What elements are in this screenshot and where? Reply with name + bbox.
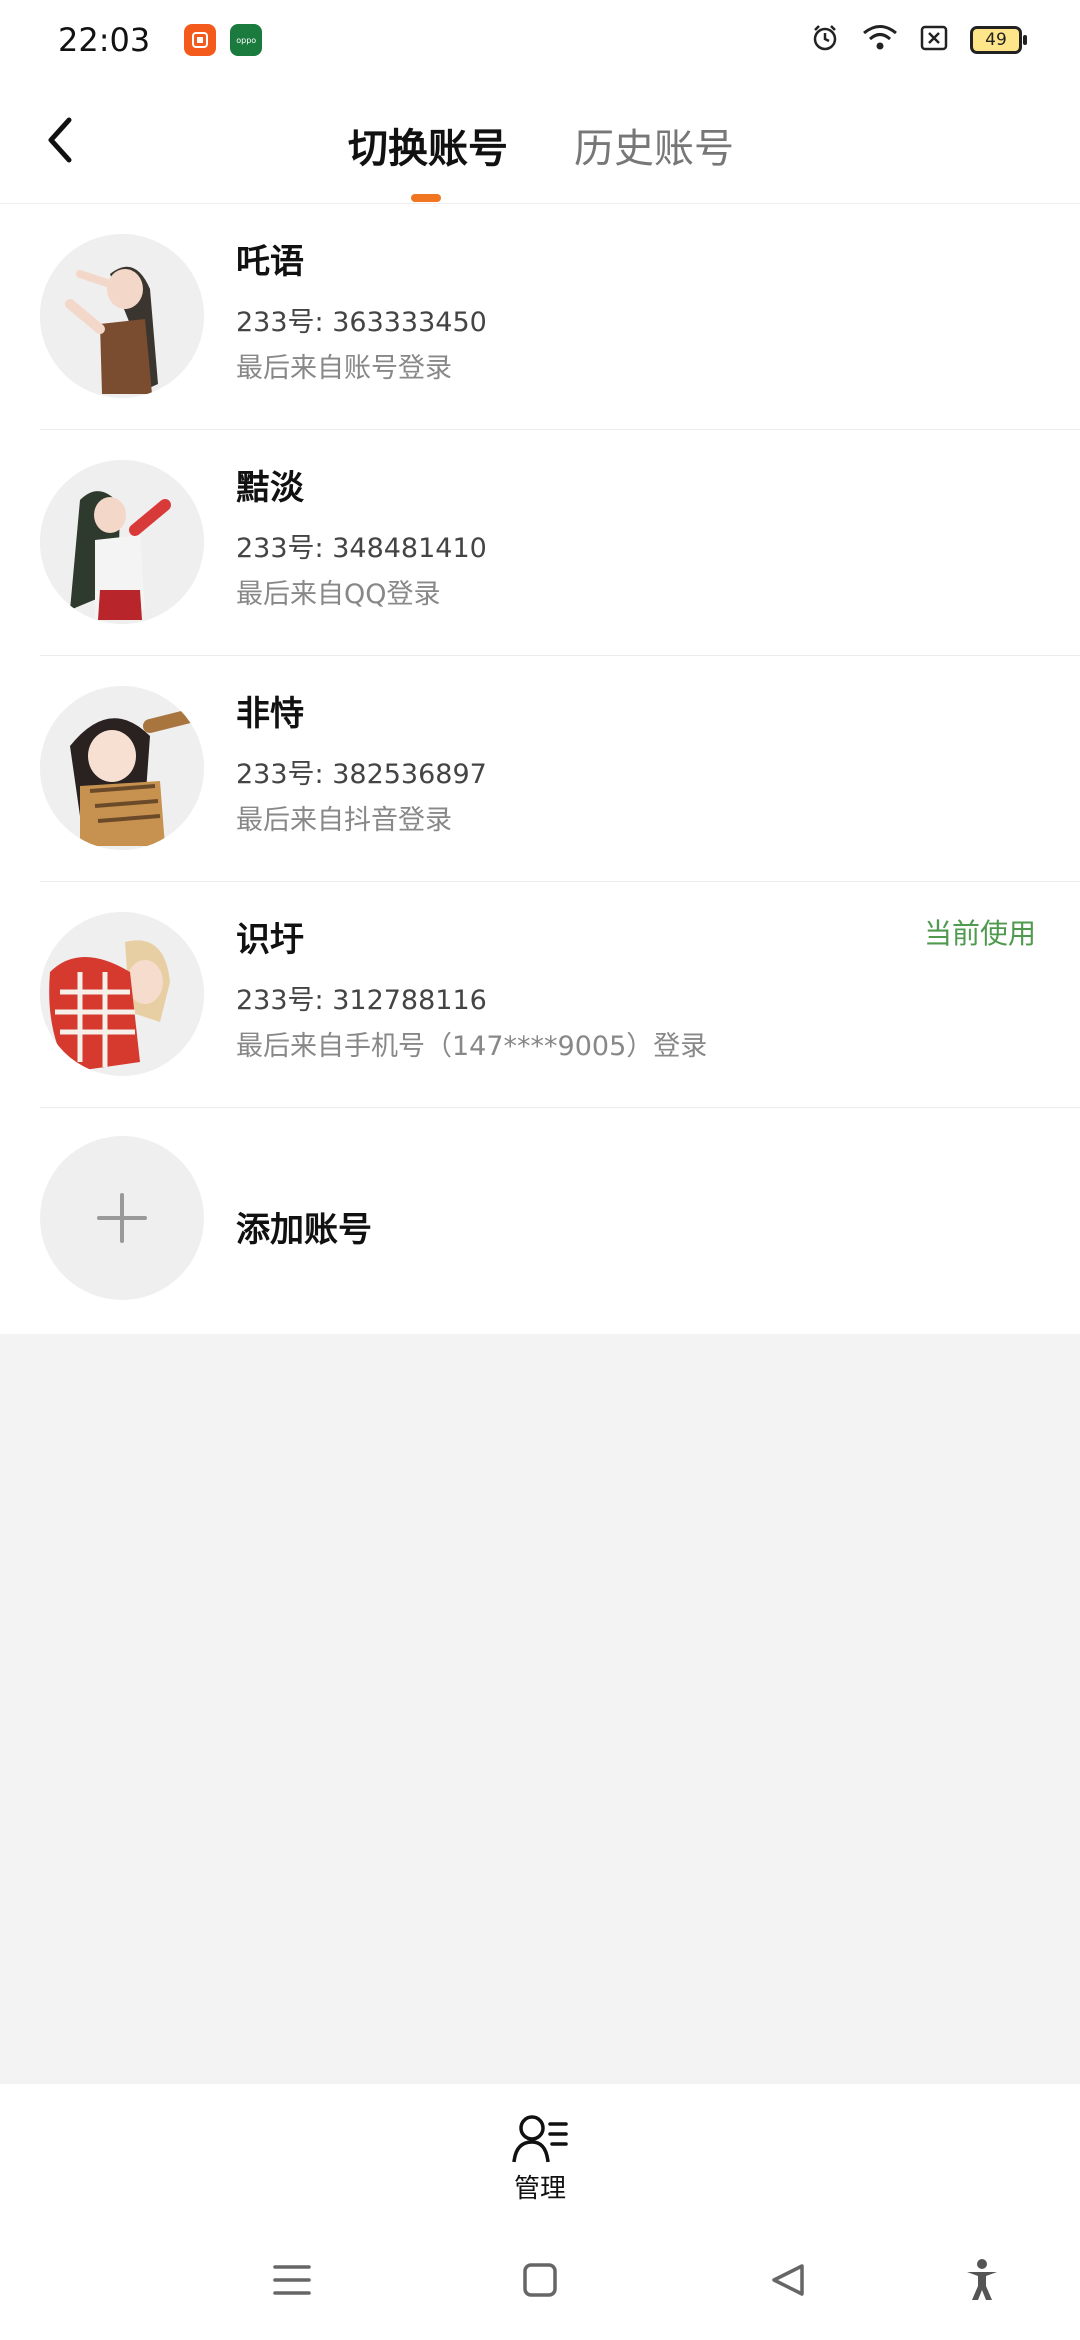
current-account-badge: 当前使用 [923, 917, 1036, 950]
alarm-icon [810, 23, 840, 57]
account-source: 最后来自QQ登录 [236, 579, 441, 610]
account-item[interactable]: 黠淡 233号: 348481410 最后来自QQ登录 [0, 430, 1080, 656]
account-item[interactable]: 吒语 233号: 363333450 最后来自账号登录 [0, 204, 1080, 430]
add-avatar [40, 1136, 204, 1300]
menu-icon [273, 2265, 311, 2295]
oppo-app-icon: oppo [230, 24, 263, 56]
account-id: 233号: 312788116 [236, 985, 487, 1016]
plus-icon [97, 1193, 147, 1243]
screen: 22:03 oppo 49 切换账号 历史账号 吒语 233号: 3633334… [0, 0, 1080, 2340]
back-nav-button[interactable] [758, 2250, 818, 2310]
wifi-icon [862, 24, 898, 56]
user-manage-icon [512, 2115, 568, 2163]
account-source: 最后来自账号登录 [236, 353, 452, 384]
account-source: 最后来自手机号（147****9005）登录 [236, 1031, 708, 1062]
home-square-icon [523, 2263, 557, 2297]
account-item-current[interactable]: 识圩 233号: 312788116 最后来自手机号（147****9005）登… [0, 882, 1080, 1108]
account-item[interactable]: 非恃 233号: 382536897 最后来自抖音登录 [0, 656, 1080, 882]
tab-switch-account[interactable]: 切换账号 [348, 116, 508, 174]
header: 切换账号 历史账号 [0, 80, 1080, 204]
account-list: 吒语 233号: 363333450 最后来自账号登录 黠淡 233号: 348… [0, 204, 1080, 1334]
back-button[interactable] [36, 110, 84, 170]
status-bar: 22:03 oppo 49 [0, 0, 1080, 80]
menu-nav-button[interactable] [262, 2250, 322, 2310]
account-id: 233号: 363333450 [236, 307, 487, 338]
home-nav-button[interactable] [510, 2250, 570, 2310]
manage-button[interactable]: 管理 [500, 2114, 580, 2205]
avatar [40, 460, 204, 624]
no-sim-icon [920, 24, 948, 56]
account-source: 最后来自抖音登录 [236, 805, 452, 836]
account-name: 非恃 [236, 694, 304, 734]
avatar [40, 686, 204, 850]
avatar [40, 912, 204, 1076]
avatar [40, 234, 204, 398]
add-account-button[interactable]: 添加账号 [0, 1108, 1080, 1334]
status-left: 22:03 oppo [58, 21, 263, 59]
manage-label: 管理 [513, 2174, 566, 2204]
account-id: 233号: 382536897 [236, 759, 487, 790]
account-name: 吒语 [236, 242, 304, 282]
status-time: 22:03 [58, 21, 151, 59]
account-id: 233号: 348481410 [236, 533, 487, 564]
tab-history-account[interactable]: 历史账号 [574, 116, 734, 174]
bottom-bar: 管理 [0, 2084, 1080, 2220]
xiaohongshu-app-icon [184, 24, 217, 56]
accessibility-icon [967, 2259, 997, 2300]
tab-indicator [411, 194, 441, 202]
account-name: 识圩 [236, 920, 304, 960]
status-right: 49 [810, 23, 1027, 57]
add-account-label: 添加账号 [236, 1210, 372, 1250]
accessibility-button[interactable] [952, 2250, 1012, 2310]
account-name: 黠淡 [236, 468, 304, 508]
navigation-bar [0, 2220, 1080, 2340]
battery-indicator: 49 [970, 26, 1027, 54]
back-triangle-icon [772, 2264, 804, 2296]
chevron-left-icon [48, 117, 72, 163]
